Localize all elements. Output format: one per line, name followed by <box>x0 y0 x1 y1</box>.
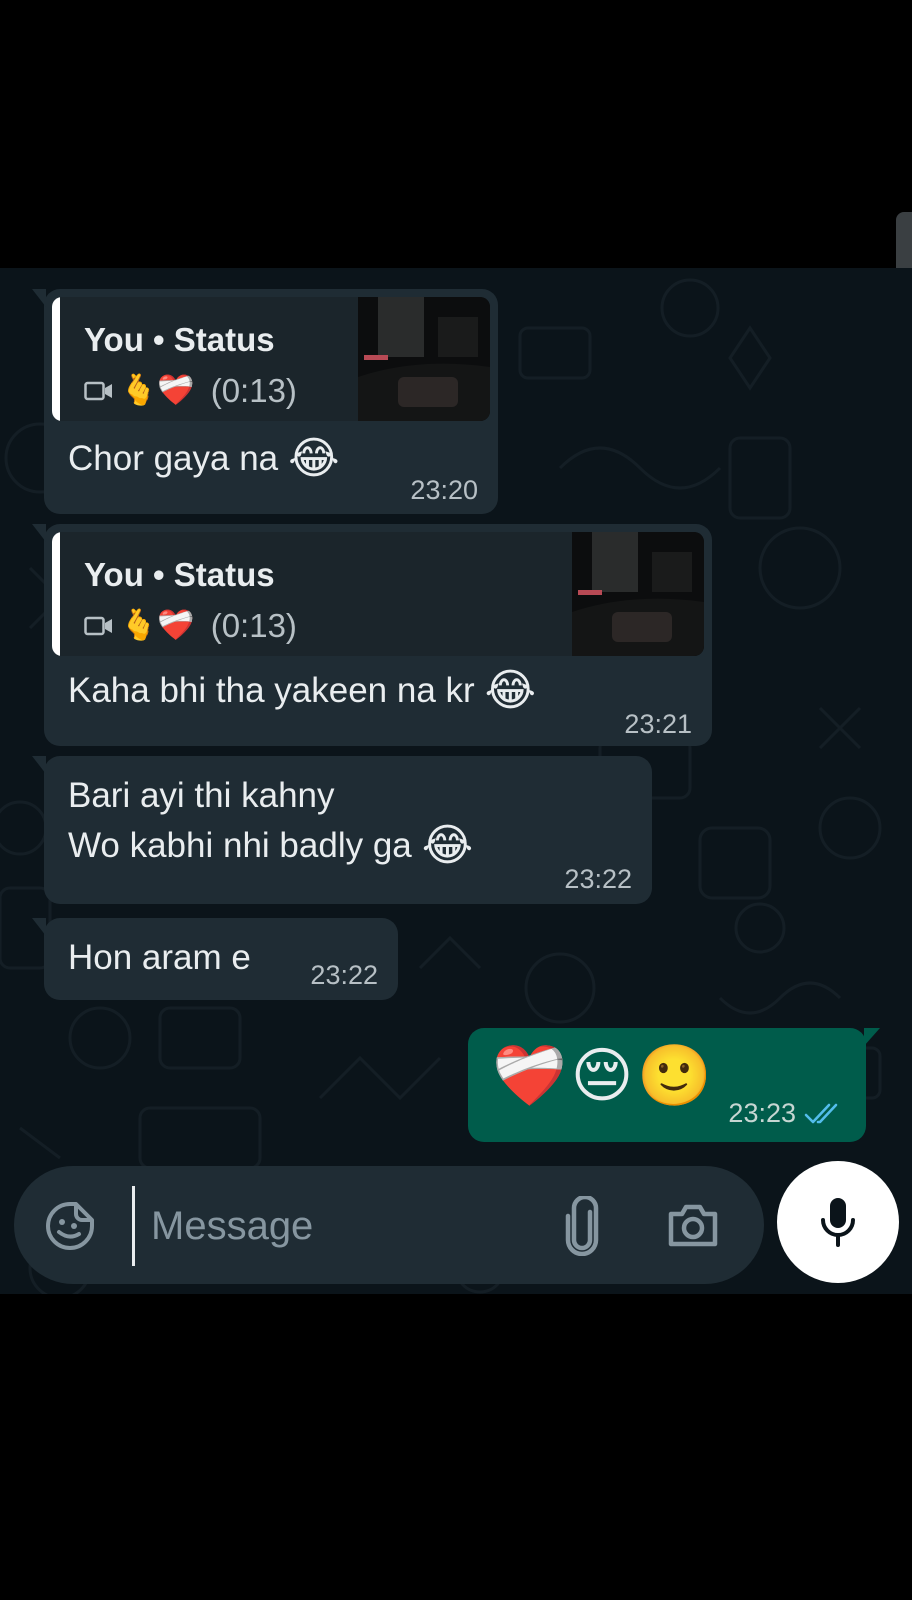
message-emojis: ❤️‍🩹 😔 🙂 <box>492 1046 712 1106</box>
message-bubble-outgoing[interactable]: ❤️‍🩹 😔 🙂 23:23 <box>468 1028 880 1142</box>
message-text-content: Wo kabhi nhi badly ga <box>68 826 412 865</box>
message-line: Bari ayi thi kahny <box>68 776 335 816</box>
thumbnail-image <box>358 297 490 421</box>
status-thumbnail[interactable] <box>358 297 490 421</box>
status-thumbnail[interactable] <box>572 532 704 656</box>
thumbnail-image <box>572 532 704 656</box>
quote-emojis: 🫰❤️‍🩹 <box>120 609 195 642</box>
message-text: Chor gaya na 😂 <box>68 437 340 481</box>
message-text-content: Bari ayi thi kahny <box>68 776 335 815</box>
quote-duration: (0:13) <box>210 372 297 409</box>
attach-icon[interactable] <box>562 1196 602 1256</box>
quoted-status[interactable]: You • Status 🫰❤️‍🩹 (0:13) <box>52 297 490 421</box>
message-bubble[interactable]: You • Status 🫰❤️‍🩹 (0:13) <box>32 524 712 746</box>
message-text-content: Hon aram e <box>68 938 251 977</box>
sticker-icon[interactable] <box>44 1200 96 1252</box>
message-text: Kaha bhi tha yakeen na kr 😂 <box>68 669 536 713</box>
quote-accent-bar <box>52 297 60 421</box>
voice-record-button[interactable] <box>777 1161 899 1283</box>
message-bubble[interactable]: You • Status 🫰❤️‍🩹 (0:13) <box>32 289 498 514</box>
message-time: 23:22 <box>310 960 378 990</box>
quoted-status[interactable]: You • Status 🫰❤️‍🩹 (0:13) <box>52 532 704 656</box>
message-emoji: 😂 <box>421 821 474 870</box>
message-emoji: 😔 <box>570 1042 634 1109</box>
message-time: 23:22 <box>564 864 632 894</box>
message-emoji: 🙂 <box>637 1042 712 1109</box>
quote-title: You • Status <box>84 556 275 593</box>
message-time-text: 23:23 <box>728 1098 796 1128</box>
quote-meta: 🫰❤️‍🩹 (0:13) <box>84 606 297 646</box>
message-text-content: Kaha bhi tha yakeen na kr <box>68 671 475 710</box>
video-icon <box>84 616 112 636</box>
message-time: 23:23 <box>728 1098 844 1129</box>
message-text-content: Chor gaya na <box>68 439 279 478</box>
message-emoji: 😂 <box>484 666 537 715</box>
quote-meta: 🫰❤️‍🩹 (0:13) <box>84 371 297 411</box>
message-line: Wo kabhi nhi badly ga 😂 <box>68 824 473 868</box>
message-bubble[interactable]: Hon aram e 23:22 <box>32 918 398 1000</box>
camera-icon[interactable] <box>666 1202 720 1248</box>
quote-accent-bar <box>52 532 60 656</box>
mic-icon <box>821 1198 855 1247</box>
quote-title: You • Status <box>84 321 275 358</box>
message-bubble[interactable]: Bari ayi thi kahny Wo kabhi nhi badly ga… <box>32 756 652 904</box>
message-emoji: ❤️‍🩹 <box>492 1042 567 1109</box>
message-emoji: 😂 <box>288 434 340 483</box>
quote-duration: (0:13) <box>210 607 297 644</box>
message-input[interactable] <box>132 1186 573 1266</box>
message-time: 23:21 <box>624 709 692 739</box>
message-composer <box>14 1166 764 1284</box>
message-time: 23:20 <box>410 475 478 505</box>
chat-area: You • Status 🫰❤️‍🩹 (0:13) <box>0 268 912 1294</box>
message-text: Hon aram e <box>68 938 251 978</box>
quote-emojis: 🫰❤️‍🩹 <box>120 374 195 407</box>
read-ticks-icon <box>804 1103 838 1123</box>
video-icon <box>84 381 112 401</box>
